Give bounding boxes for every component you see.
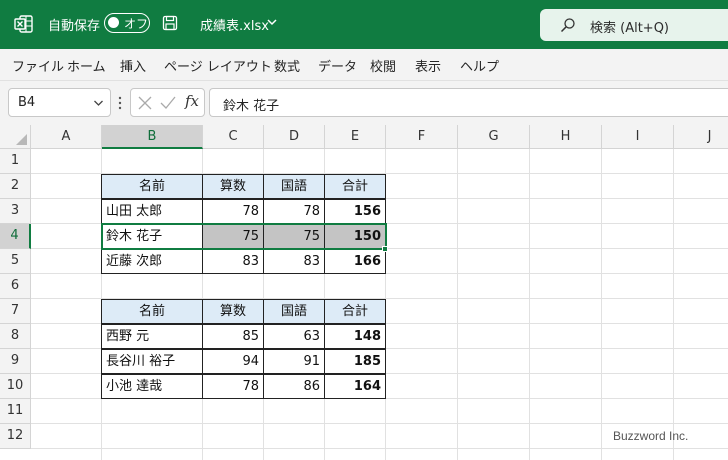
- table2-cell-name[interactable]: 長谷川 裕子: [101, 349, 203, 374]
- table1-cell-total[interactable]: 166: [324, 249, 386, 274]
- table2-cell-name[interactable]: 小池 達哉: [101, 374, 203, 399]
- menu-data[interactable]: データ: [318, 56, 357, 75]
- table2-header-name[interactable]: 名前: [101, 299, 203, 324]
- table1-cell-name-selected[interactable]: 鈴木 花子: [101, 224, 203, 249]
- autosave-label: 自動保存: [48, 19, 101, 34]
- gridline: [529, 149, 530, 460]
- row-header-4[interactable]: 4: [0, 224, 31, 249]
- row-header-1[interactable]: 1: [0, 149, 31, 174]
- menu-review[interactable]: 校閲: [370, 56, 396, 75]
- menu-bar: ファイル ホーム 挿入 ページ レイアウト 数式 データ 校閲 表示 ヘルプ: [0, 49, 728, 81]
- chevron-down-icon[interactable]: [93, 98, 104, 108]
- table1-cell-total[interactable]: 156: [324, 199, 386, 224]
- autosave-toggle[interactable]: オフ: [104, 13, 150, 33]
- menu-help[interactable]: ヘルプ: [460, 56, 499, 75]
- column-header-h[interactable]: H: [530, 125, 602, 149]
- table1-cell-total[interactable]: 150: [324, 224, 386, 249]
- table2-cell-total[interactable]: 185: [324, 349, 386, 374]
- table1-header-name[interactable]: 名前: [101, 174, 203, 199]
- column-header-f[interactable]: F: [386, 125, 458, 149]
- menu-insert[interactable]: 挿入: [120, 56, 146, 75]
- column-header-e[interactable]: E: [325, 125, 386, 149]
- formula-value: 鈴木 花子: [223, 99, 280, 114]
- column-header-c[interactable]: C: [203, 125, 264, 149]
- table2-cell-name[interactable]: 西野 元: [101, 324, 203, 349]
- column-header-i[interactable]: I: [602, 125, 674, 149]
- table2-cell-japanese[interactable]: 63: [263, 324, 325, 349]
- row-header-12[interactable]: 12: [0, 424, 31, 449]
- menu-home[interactable]: ホーム: [67, 56, 106, 75]
- search-box[interactable]: 検索 (Alt+Q): [540, 9, 728, 41]
- table1-header-math[interactable]: 算数: [202, 174, 264, 199]
- table1-cell-math[interactable]: 78: [202, 199, 264, 224]
- row-header-11[interactable]: 11: [0, 399, 31, 424]
- name-box[interactable]: B4: [8, 88, 111, 117]
- table1-cell-japanese[interactable]: 78: [263, 199, 325, 224]
- row-header-6[interactable]: 6: [0, 274, 31, 299]
- column-header-b[interactable]: B: [102, 125, 203, 149]
- table2-cell-total[interactable]: 164: [324, 374, 386, 399]
- search-placeholder: 検索 (Alt+Q): [590, 21, 670, 36]
- cancel-icon[interactable]: [137, 95, 153, 111]
- table1-cell-japanese[interactable]: 75: [263, 224, 325, 249]
- row-header-7[interactable]: 7: [0, 299, 31, 324]
- menu-formulas[interactable]: 数式: [274, 56, 300, 75]
- chevron-down-icon[interactable]: [266, 15, 278, 29]
- watermark: Buzzword Inc.: [613, 429, 689, 443]
- gridline: [673, 149, 674, 460]
- table1-cell-name[interactable]: 近藤 次郎: [101, 249, 203, 274]
- toggle-knob: [108, 17, 119, 28]
- row-header-3[interactable]: 3: [0, 199, 31, 224]
- gridline: [31, 448, 728, 449]
- table2-cell-math[interactable]: 85: [202, 324, 264, 349]
- table1-cell-math[interactable]: 83: [202, 249, 264, 274]
- column-header-j[interactable]: J: [674, 125, 728, 149]
- table1-header-japanese[interactable]: 国語: [263, 174, 325, 199]
- row-header-9[interactable]: 9: [0, 349, 31, 374]
- select-all-icon: [16, 134, 27, 145]
- insert-function-button[interactable]: fx: [185, 92, 199, 110]
- gridline: [601, 149, 602, 460]
- more-options-icon[interactable]: [116, 95, 124, 111]
- table1-cell-japanese[interactable]: 83: [263, 249, 325, 274]
- formula-bar: B4 fx 鈴木 花子: [0, 81, 728, 125]
- row-header-10[interactable]: 10: [0, 374, 31, 399]
- menu-view[interactable]: 表示: [415, 56, 441, 75]
- column-header-d[interactable]: D: [264, 125, 325, 149]
- title-bar: 自動保存 オフ 成績表.xlsx 検索 (Alt+Q): [0, 0, 728, 49]
- row-header-5[interactable]: 5: [0, 249, 31, 274]
- column-header-a[interactable]: A: [31, 125, 102, 149]
- table2-cell-japanese[interactable]: 86: [263, 374, 325, 399]
- row-header-8[interactable]: 8: [0, 324, 31, 349]
- select-all-button[interactable]: [0, 125, 31, 149]
- autosave-state: オフ: [124, 17, 149, 31]
- gridline: [31, 423, 728, 424]
- table2-cell-math[interactable]: 78: [202, 374, 264, 399]
- excel-logo-icon[interactable]: [14, 14, 34, 34]
- table2-cell-japanese[interactable]: 91: [263, 349, 325, 374]
- table1-header-total[interactable]: 合計: [324, 174, 386, 199]
- table2-cell-math[interactable]: 94: [202, 349, 264, 374]
- formula-input[interactable]: 鈴木 花子: [209, 88, 728, 117]
- row-header-2[interactable]: 2: [0, 174, 31, 199]
- table1-cell-math[interactable]: 75: [202, 224, 264, 249]
- menu-page-layout[interactable]: ページ レイアウト: [164, 56, 272, 75]
- formula-tools: fx: [130, 88, 205, 117]
- table2-header-japanese[interactable]: 国語: [263, 299, 325, 324]
- fill-handle[interactable]: [382, 246, 388, 252]
- enter-check-icon[interactable]: [159, 95, 177, 111]
- table2-cell-total[interactable]: 148: [324, 324, 386, 349]
- gridline: [457, 149, 458, 460]
- file-name[interactable]: 成績表.xlsx: [200, 15, 269, 34]
- table2-header-math[interactable]: 算数: [202, 299, 264, 324]
- search-icon: [560, 18, 575, 33]
- spreadsheet-grid[interactable]: A B C D E F G H I J 1 2 3 4 5 6 7 8 9 10…: [0, 125, 728, 460]
- table2-header-total[interactable]: 合計: [324, 299, 386, 324]
- save-icon[interactable]: [162, 15, 178, 31]
- menu-file[interactable]: ファイル: [12, 56, 64, 75]
- name-box-value: B4: [18, 95, 36, 110]
- column-header-g[interactable]: G: [458, 125, 530, 149]
- table1-cell-name[interactable]: 山田 太郎: [101, 199, 203, 224]
